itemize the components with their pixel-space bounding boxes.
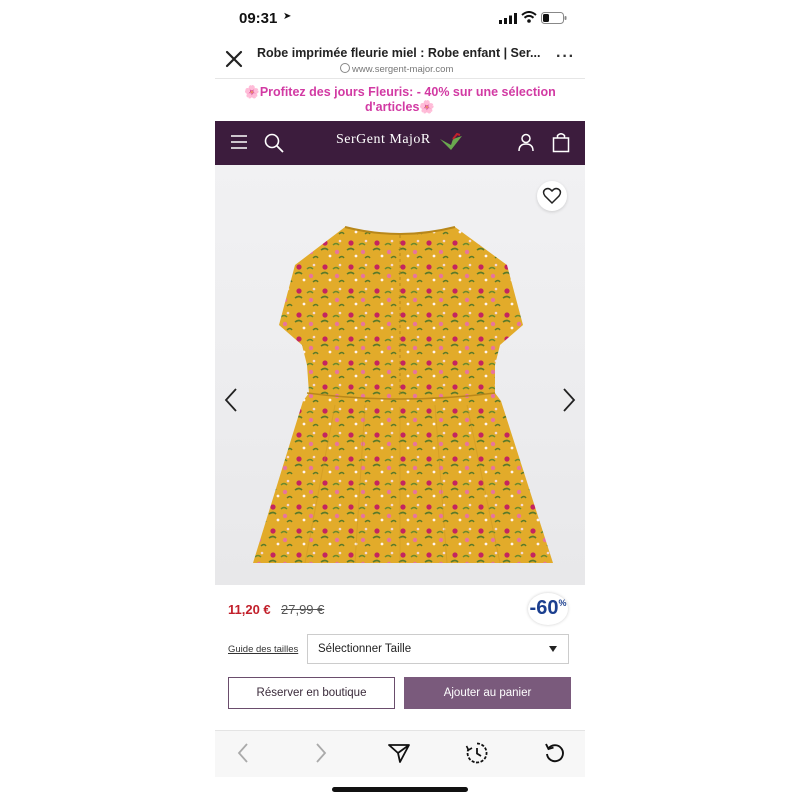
browser-url-bar: Robe imprimée fleurie miel : Robe enfant…: [215, 40, 585, 79]
forward-icon[interactable]: [313, 741, 329, 765]
page-domain: www.sergent-major.com: [340, 63, 453, 75]
share-icon[interactable]: [387, 741, 411, 765]
favorite-button[interactable]: [537, 181, 567, 211]
status-bar: 09:31 ➤: [215, 0, 585, 38]
discount-unit: %: [558, 598, 567, 608]
caret-down-icon: [549, 646, 557, 652]
history-icon[interactable]: [465, 741, 489, 765]
promo-line-2: d'articles🌸: [365, 100, 435, 114]
lock-icon: [340, 63, 350, 73]
discount-badge: -60%: [528, 593, 568, 625]
clock: 09:31: [239, 10, 278, 27]
close-icon[interactable]: [221, 46, 247, 72]
back-icon[interactable]: [235, 741, 251, 765]
size-guide-link[interactable]: Guide des tailles: [228, 644, 298, 655]
search-icon[interactable]: [263, 132, 285, 154]
chevron-right-icon[interactable]: [561, 387, 577, 413]
home-indicator[interactable]: [332, 787, 468, 792]
browser-toolbar: [215, 730, 585, 777]
shopping-bag-icon[interactable]: [552, 132, 570, 153]
product-image[interactable]: [215, 165, 585, 585]
page-title: Robe imprimée fleurie miel : Robe enfant…: [257, 46, 541, 60]
signal-icon: [499, 13, 517, 24]
discount-value: -60: [529, 597, 559, 619]
location-icon: ➤: [283, 11, 292, 22]
promo-line-1: 🌸Profitez des jours Fleuris: - 40% sur u…: [244, 85, 556, 99]
chevron-left-icon[interactable]: [223, 387, 239, 413]
size-select[interactable]: Sélectionner Taille: [307, 634, 569, 664]
user-icon[interactable]: [516, 132, 536, 152]
floral-yellow-dress: [253, 226, 553, 564]
phone-screen: 09:31 ➤ Robe imprimée fleurie miel : Rob…: [215, 0, 585, 800]
site-logo[interactable]: SerGent MajoR: [336, 132, 431, 148]
more-icon[interactable]: ···: [556, 48, 575, 66]
battery-icon: [541, 12, 567, 24]
add-to-cart-button[interactable]: Ajouter au panier: [404, 677, 571, 709]
size-select-value: Sélectionner Taille: [318, 643, 412, 655]
hamburger-icon[interactable]: [229, 132, 249, 152]
reserve-in-store-button[interactable]: Réserver en boutique: [228, 677, 395, 709]
reload-icon[interactable]: [543, 741, 567, 765]
price-row: 11,20 € 27,99 € -60%: [215, 593, 585, 625]
heart-icon: [542, 187, 562, 205]
promo-banner[interactable]: 🌸Profitez des jours Fleuris: - 40% sur u…: [215, 80, 585, 120]
logo-mark-icon: [440, 133, 462, 150]
site-header: SerGent MajoR: [215, 121, 585, 165]
wifi-icon: [521, 11, 537, 23]
domain-text: www.sergent-major.com: [352, 64, 454, 75]
current-price: 11,20 €: [228, 602, 271, 617]
original-price: 27,99 €: [281, 602, 325, 617]
